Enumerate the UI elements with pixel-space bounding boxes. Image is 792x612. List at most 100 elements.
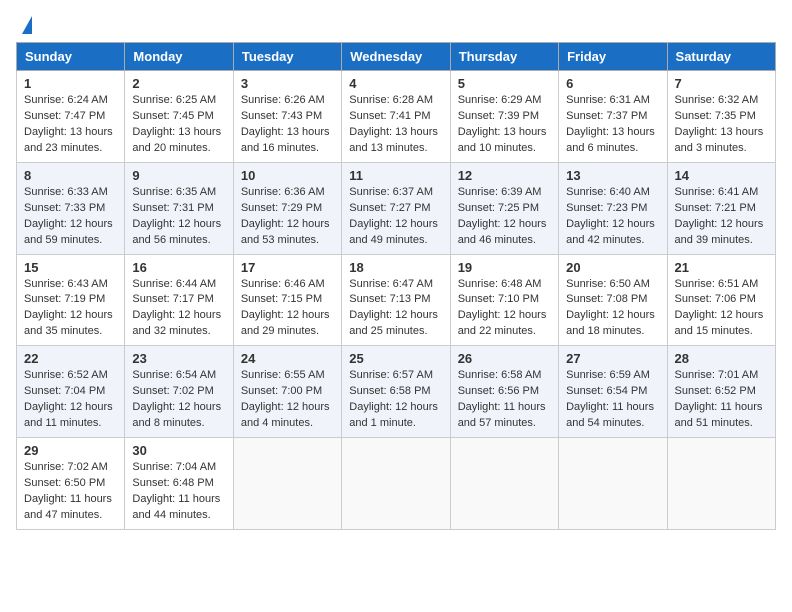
calendar-cell: 17Sunrise: 6:46 AM Sunset: 7:15 PM Dayli… (233, 254, 341, 346)
calendar-cell: 8 Sunrise: 6:33 AM Sunset: 7:33 PM Daylig… (17, 162, 125, 254)
weekday-friday: Friday (559, 43, 667, 71)
calendar-cell: 30 Sunrise: 7:04 AM Sunset: 6:48 PM Dayli… (125, 438, 233, 530)
day-info: Sunrise: 6:44 AM Sunset: 7:17 PM Dayligh… (132, 277, 225, 341)
day-info: Sunrise: 6:35 AM Sunset: 7:31 PM Dayligh… (132, 185, 225, 249)
calendar-cell (667, 438, 775, 530)
day-number: 23 (132, 351, 225, 366)
day-number: 5 (458, 76, 551, 91)
calendar-week-5: 29 Sunrise: 7:02 AM Sunset: 6:50 PM Dayli… (17, 438, 776, 530)
weekday-sunday: Sunday (17, 43, 125, 71)
calendar-body: 1 Sunrise: 6:24 AM Sunset: 7:47 PM Daylig… (17, 71, 776, 530)
day-info: Sunrise: 6:33 AM Sunset: 7:33 PM Dayligh… (24, 185, 117, 249)
day-number: 19 (458, 260, 551, 275)
calendar-cell: 24 Sunrise: 6:55 AM Sunset: 7:00 PM Dayli… (233, 346, 341, 438)
day-info: Sunrise: 6:41 AM Sunset: 7:21 PM Dayligh… (675, 185, 768, 249)
weekday-wednesday: Wednesday (342, 43, 450, 71)
day-info: Sunrise: 6:24 AM Sunset: 7:47 PM Dayligh… (24, 93, 117, 157)
calendar-cell: 19 Sunrise: 6:48 AM Sunset: 7:10 PM Dayli… (450, 254, 558, 346)
day-number: 18 (349, 260, 442, 275)
day-number: 16 (132, 260, 225, 275)
day-info: Sunrise: 6:31 AM Sunset: 7:37 PM Dayligh… (566, 93, 659, 157)
day-number: 10 (241, 168, 334, 183)
day-info: Sunrise: 6:59 AM Sunset: 6:54 PM Dayligh… (566, 368, 659, 432)
day-info: Sunrise: 7:01 AM Sunset: 6:52 PM Dayligh… (675, 368, 768, 432)
calendar-week-2: 8 Sunrise: 6:33 AM Sunset: 7:33 PM Daylig… (17, 162, 776, 254)
day-info: Sunrise: 6:55 AM Sunset: 7:00 PM Dayligh… (241, 368, 334, 432)
day-number: 30 (132, 443, 225, 458)
calendar-cell: 12 Sunrise: 6:39 AM Sunset: 7:25 PM Dayli… (450, 162, 558, 254)
day-number: 2 (132, 76, 225, 91)
day-info: Sunrise: 6:39 AM Sunset: 7:25 PM Dayligh… (458, 185, 551, 249)
day-info: Sunrise: 6:48 AM Sunset: 7:10 PM Dayligh… (458, 277, 551, 341)
calendar-cell (559, 438, 667, 530)
calendar-cell (342, 438, 450, 530)
calendar-cell: 15 Sunrise: 6:43 AM Sunset: 7:19 PM Dayli… (17, 254, 125, 346)
day-number: 27 (566, 351, 659, 366)
day-number: 12 (458, 168, 551, 183)
calendar-cell: 16 Sunrise: 6:44 AM Sunset: 7:17 PM Dayli… (125, 254, 233, 346)
calendar-cell: 3 Sunrise: 6:26 AM Sunset: 7:43 PM Daylig… (233, 71, 341, 163)
day-info: Sunrise: 6:47 AM Sunset: 7:13 PM Dayligh… (349, 277, 442, 341)
calendar-cell: 28 Sunrise: 7:01 AM Sunset: 6:52 PM Dayli… (667, 346, 775, 438)
day-info: Sunrise: 6:37 AM Sunset: 7:27 PM Dayligh… (349, 185, 442, 249)
calendar-week-1: 1 Sunrise: 6:24 AM Sunset: 7:47 PM Daylig… (17, 71, 776, 163)
day-info: Sunrise: 7:04 AM Sunset: 6:48 PM Dayligh… (132, 460, 225, 524)
calendar-cell: 23Sunrise: 6:54 AM Sunset: 7:02 PM Dayli… (125, 346, 233, 438)
calendar-cell: 1 Sunrise: 6:24 AM Sunset: 7:47 PM Daylig… (17, 71, 125, 163)
calendar-week-3: 15 Sunrise: 6:43 AM Sunset: 7:19 PM Dayli… (17, 254, 776, 346)
weekday-saturday: Saturday (667, 43, 775, 71)
calendar-cell: 27 Sunrise: 6:59 AM Sunset: 6:54 PM Dayli… (559, 346, 667, 438)
day-number: 7 (675, 76, 768, 91)
day-number: 20 (566, 260, 659, 275)
day-info: Sunrise: 6:51 AM Sunset: 7:06 PM Dayligh… (675, 277, 768, 341)
calendar-cell: 18 Sunrise: 6:47 AM Sunset: 7:13 PM Dayli… (342, 254, 450, 346)
day-number: 24 (241, 351, 334, 366)
day-info: Sunrise: 6:50 AM Sunset: 7:08 PM Dayligh… (566, 277, 659, 341)
calendar-cell: 6 Sunrise: 6:31 AM Sunset: 7:37 PM Daylig… (559, 71, 667, 163)
calendar-cell: 20 Sunrise: 6:50 AM Sunset: 7:08 PM Dayli… (559, 254, 667, 346)
day-number: 6 (566, 76, 659, 91)
day-number: 9 (132, 168, 225, 183)
day-info: Sunrise: 6:58 AM Sunset: 6:56 PM Dayligh… (458, 368, 551, 432)
day-number: 26 (458, 351, 551, 366)
weekday-tuesday: Tuesday (233, 43, 341, 71)
day-number: 28 (675, 351, 768, 366)
day-info: Sunrise: 6:26 AM Sunset: 7:43 PM Dayligh… (241, 93, 334, 157)
day-number: 21 (675, 260, 768, 275)
calendar-cell: 9 Sunrise: 6:35 AM Sunset: 7:31 PM Daylig… (125, 162, 233, 254)
calendar-cell: 26 Sunrise: 6:58 AM Sunset: 6:56 PM Dayli… (450, 346, 558, 438)
page-header (16, 16, 776, 34)
day-number: 1 (24, 76, 117, 91)
logo (16, 16, 32, 34)
day-number: 4 (349, 76, 442, 91)
calendar-header: SundayMondayTuesdayWednesdayThursdayFrid… (17, 43, 776, 71)
day-number: 3 (241, 76, 334, 91)
calendar-cell: 25 Sunrise: 6:57 AM Sunset: 6:58 PM Dayli… (342, 346, 450, 438)
day-number: 11 (349, 168, 442, 183)
day-number: 15 (24, 260, 117, 275)
day-number: 22 (24, 351, 117, 366)
calendar-cell: 21 Sunrise: 6:51 AM Sunset: 7:06 PM Dayli… (667, 254, 775, 346)
day-info: Sunrise: 6:25 AM Sunset: 7:45 PM Dayligh… (132, 93, 225, 157)
calendar-cell: 11 Sunrise: 6:37 AM Sunset: 7:27 PM Dayli… (342, 162, 450, 254)
calendar-cell: 4Sunrise: 6:28 AM Sunset: 7:41 PM Daylig… (342, 71, 450, 163)
weekday-header-row: SundayMondayTuesdayWednesdayThursdayFrid… (17, 43, 776, 71)
calendar-cell: 10 Sunrise: 6:36 AM Sunset: 7:29 PM Dayli… (233, 162, 341, 254)
day-info: Sunrise: 6:57 AM Sunset: 6:58 PM Dayligh… (349, 368, 442, 432)
calendar-cell: 2 Sunrise: 6:25 AM Sunset: 7:45 PM Daylig… (125, 71, 233, 163)
day-info: Sunrise: 6:52 AM Sunset: 7:04 PM Dayligh… (24, 368, 117, 432)
calendar-cell: 5Sunrise: 6:29 AM Sunset: 7:39 PM Daylig… (450, 71, 558, 163)
day-info: Sunrise: 6:32 AM Sunset: 7:35 PM Dayligh… (675, 93, 768, 157)
day-number: 29 (24, 443, 117, 458)
calendar-cell: 7 Sunrise: 6:32 AM Sunset: 7:35 PM Daylig… (667, 71, 775, 163)
day-info: Sunrise: 7:02 AM Sunset: 6:50 PM Dayligh… (24, 460, 117, 524)
day-info: Sunrise: 6:40 AM Sunset: 7:23 PM Dayligh… (566, 185, 659, 249)
day-number: 25 (349, 351, 442, 366)
calendar-cell: 14 Sunrise: 6:41 AM Sunset: 7:21 PM Dayli… (667, 162, 775, 254)
day-info: Sunrise: 6:36 AM Sunset: 7:29 PM Dayligh… (241, 185, 334, 249)
day-info: Sunrise: 6:43 AM Sunset: 7:19 PM Dayligh… (24, 277, 117, 341)
weekday-monday: Monday (125, 43, 233, 71)
day-number: 8 (24, 168, 117, 183)
day-number: 14 (675, 168, 768, 183)
day-number: 17 (241, 260, 334, 275)
